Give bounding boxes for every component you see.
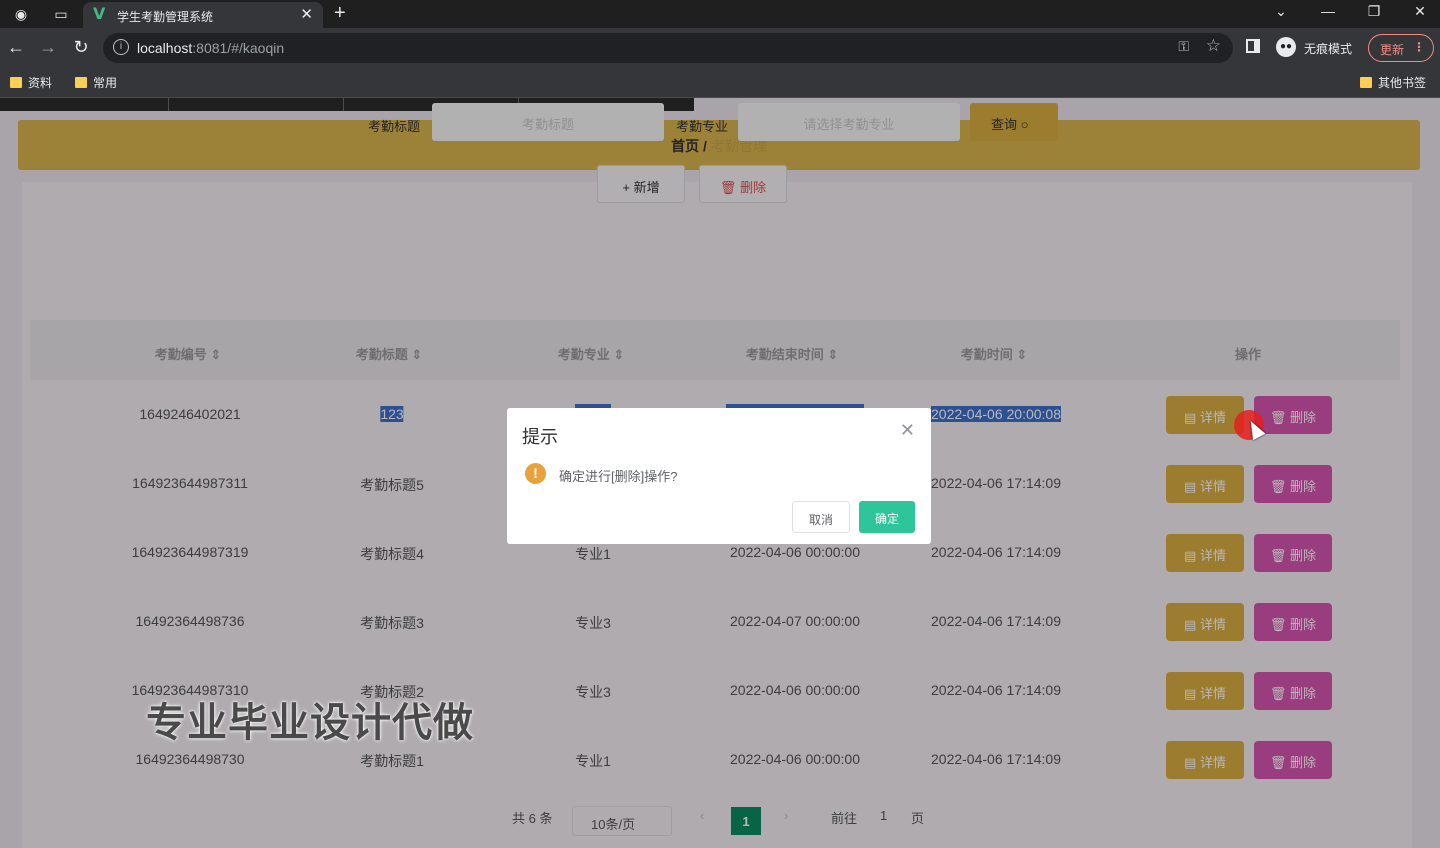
bookmarks-bar: 资料 常用 其他书签 bbox=[0, 68, 1440, 98]
confirm-button[interactable]: 确定 bbox=[859, 501, 915, 533]
dialog-message: 确定进行[删除]操作? bbox=[559, 469, 678, 484]
site-info-icon[interactable]: i bbox=[113, 39, 129, 55]
restore-button[interactable]: ❐ bbox=[1359, 3, 1389, 20]
browser-tabbar: ◉ ▭ V 学生考勤管理系统 ✕ + ⌄ — ❐ ✕ bbox=[0, 0, 1440, 28]
new-tab-button[interactable]: + bbox=[334, 2, 346, 25]
more-menu-icon[interactable]: ⋮ bbox=[1413, 40, 1425, 54]
minimize-button[interactable]: — bbox=[1313, 3, 1343, 19]
tab-search-icon[interactable]: ▭ bbox=[52, 5, 70, 23]
url-text[interactable]: localhost:8081/#/kaoqin bbox=[137, 40, 284, 56]
tab-list-icon[interactable]: ⌄ bbox=[1266, 3, 1296, 20]
reload-button[interactable]: ↻ bbox=[70, 37, 92, 58]
incognito-label: 无痕模式 bbox=[1304, 42, 1353, 56]
browser-toolbar: ← → ↻ i localhost:8081/#/kaoqin ⚿ ☆ ●● 无… bbox=[0, 28, 1440, 68]
back-button[interactable]: ← bbox=[5, 37, 27, 58]
address-bar[interactable]: i localhost:8081/#/kaoqin ⚿ ☆ bbox=[103, 33, 1233, 63]
vue-logo-icon: V bbox=[93, 4, 106, 23]
folder-icon bbox=[1360, 77, 1372, 88]
bookmark-folder-changyong[interactable]: 常用 bbox=[75, 74, 117, 91]
password-key-icon[interactable]: ⚿ bbox=[1178, 38, 1189, 55]
watermark-text: 专业毕业设计代做 bbox=[146, 701, 474, 745]
incognito-icon: ●● bbox=[1276, 37, 1296, 57]
tab-title: 学生考勤管理系统 bbox=[117, 10, 214, 24]
warning-icon: ! bbox=[525, 463, 546, 484]
bookmark-star-icon[interactable]: ☆ bbox=[1206, 36, 1221, 56]
folder-icon bbox=[75, 77, 87, 88]
close-icon[interactable]: ✕ bbox=[900, 420, 915, 441]
forward-button[interactable]: → bbox=[37, 37, 59, 58]
dialog-title: 提示 bbox=[522, 427, 558, 447]
other-bookmarks[interactable]: 其他书签 bbox=[1360, 74, 1426, 91]
browser-menu-icon[interactable]: ◉ bbox=[12, 5, 30, 23]
update-label: 更新 bbox=[1380, 43, 1405, 57]
bookmark-folder-ziliao[interactable]: 资料 bbox=[10, 74, 52, 91]
folder-icon bbox=[10, 77, 22, 88]
tab-close-icon[interactable]: ✕ bbox=[300, 5, 313, 23]
close-window-button[interactable]: ✕ bbox=[1405, 3, 1435, 20]
cancel-button[interactable]: 取消 bbox=[792, 501, 850, 533]
update-button[interactable]: 更新 ⋮ bbox=[1368, 34, 1434, 62]
side-panel-icon[interactable] bbox=[1246, 39, 1260, 53]
browser-tab[interactable]: V 学生考勤管理系统 ✕ bbox=[83, 2, 323, 28]
confirm-dialog: 提示 ✕ ! 确定进行[删除]操作? 取消 确定 bbox=[507, 408, 931, 544]
